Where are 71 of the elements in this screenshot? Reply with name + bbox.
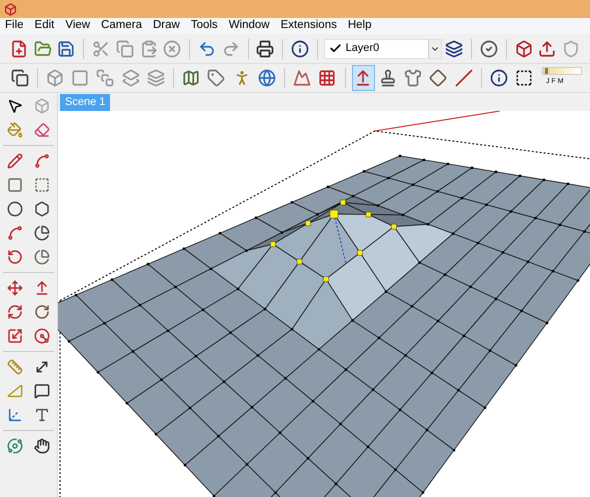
file-plus-icon xyxy=(10,40,28,58)
menu-item[interactable]: Edit xyxy=(34,20,54,32)
save-icon xyxy=(57,40,76,58)
printer-icon xyxy=(256,40,274,58)
menu-item[interactable]: File xyxy=(5,20,24,32)
mountain-icon xyxy=(293,69,312,87)
info-icon xyxy=(290,40,309,58)
protractor-icon xyxy=(7,383,23,399)
paste-icon xyxy=(140,40,158,58)
pointer-icon xyxy=(7,98,23,114)
check-icon xyxy=(328,42,342,55)
map-icon xyxy=(182,69,200,87)
menu-item[interactable]: Tools xyxy=(190,20,218,32)
paint-bucket-icon xyxy=(7,122,23,138)
copy-icon xyxy=(10,69,29,87)
app-logo-icon xyxy=(4,2,17,16)
grid-icon xyxy=(318,69,336,87)
layers-icon xyxy=(445,40,464,58)
slash-icon xyxy=(454,69,473,87)
square-icon xyxy=(515,69,534,87)
polygon-icon xyxy=(34,201,50,217)
redo-icon xyxy=(222,40,240,58)
letter-icon xyxy=(34,407,50,423)
layer-dropdown[interactable]: Layer0 xyxy=(324,38,442,58)
arc-icon xyxy=(7,249,23,265)
circle-icon xyxy=(7,201,23,217)
arc-icon xyxy=(7,225,23,241)
pencil-icon xyxy=(7,153,23,169)
pie-icon xyxy=(34,249,50,265)
folder-icon xyxy=(34,40,52,58)
menu-item[interactable]: Window xyxy=(228,20,270,32)
cube-icon xyxy=(34,98,50,114)
tape-measure-icon xyxy=(7,359,23,375)
copy-icon xyxy=(116,40,134,58)
layers-icon xyxy=(146,69,165,87)
layer-name: Layer0 xyxy=(346,41,380,56)
circle-x-icon xyxy=(163,40,182,58)
layers-icon xyxy=(122,69,140,87)
stamp-icon xyxy=(379,69,398,87)
cube-icon xyxy=(514,40,533,58)
hand-icon xyxy=(34,438,50,454)
menu-item[interactable]: Camera xyxy=(101,20,142,32)
shield-icon xyxy=(562,40,580,58)
menu-item[interactable]: Draw xyxy=(152,20,180,32)
square-icon xyxy=(71,69,90,87)
scissors-icon xyxy=(92,40,110,58)
square-stack-icon xyxy=(96,69,114,87)
globe-icon xyxy=(258,69,276,87)
axes-icon xyxy=(7,407,23,423)
push-pull-icon xyxy=(34,280,50,296)
slider-thumb[interactable] xyxy=(544,68,548,74)
cube-icon xyxy=(46,69,64,87)
text-label-icon xyxy=(34,383,50,399)
move-icon xyxy=(7,280,23,296)
scale-icon xyxy=(7,328,23,344)
shirt-icon xyxy=(404,69,422,87)
upload-icon xyxy=(538,40,556,58)
shadow-time-slider[interactable] xyxy=(542,67,582,75)
info-icon xyxy=(490,69,508,87)
menu-item[interactable]: Help xyxy=(348,20,372,32)
menu-item[interactable]: View xyxy=(65,20,90,32)
orbit-icon xyxy=(7,438,23,454)
tag-icon xyxy=(207,69,226,87)
rectangle-icon xyxy=(34,177,50,193)
menu-item[interactable]: Extensions xyxy=(280,20,337,32)
rotate-icon xyxy=(7,304,23,320)
undo-icon xyxy=(198,40,216,58)
dimension-icon xyxy=(34,359,50,375)
eraser-icon xyxy=(34,122,50,138)
diamond-icon xyxy=(429,69,448,87)
rectangle-icon xyxy=(7,177,23,193)
